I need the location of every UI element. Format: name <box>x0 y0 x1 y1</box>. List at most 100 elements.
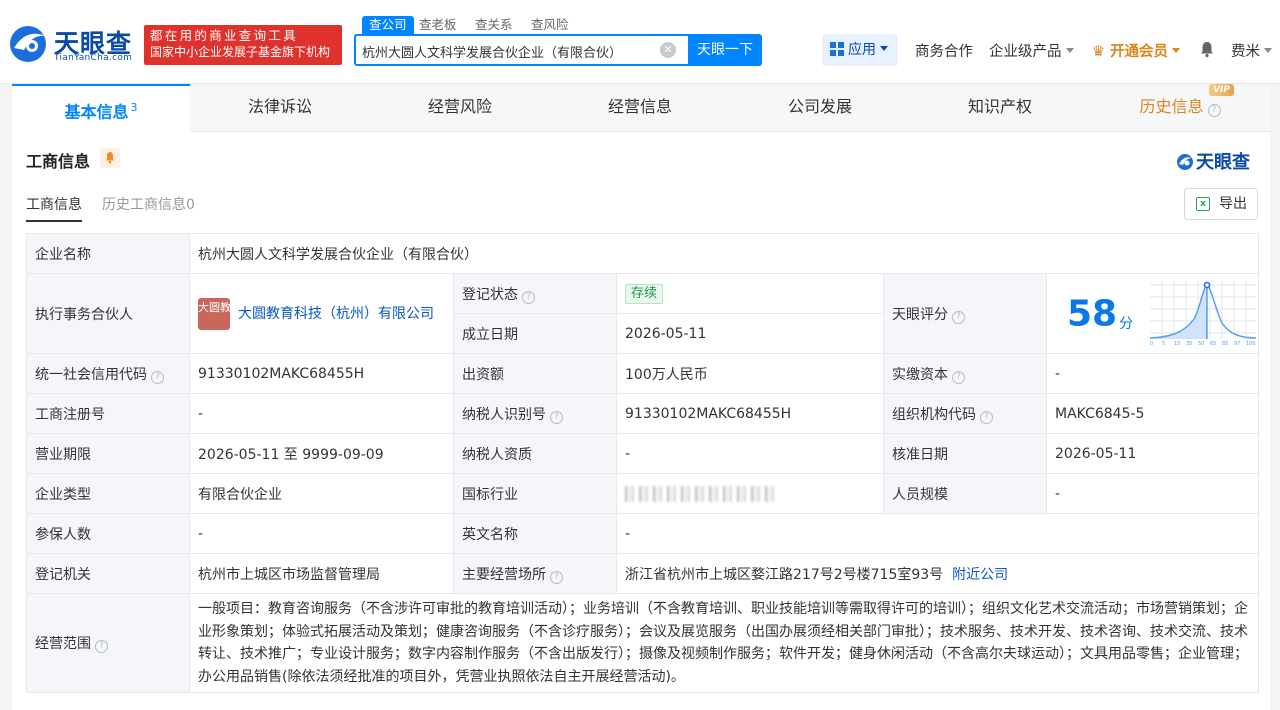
help-icon[interactable]: ? <box>550 410 563 424</box>
score-tick: 15 <box>1174 341 1180 347</box>
score-tick: 35 <box>1186 341 1192 347</box>
authority-value: 杭州市上城区市场监督管理局 <box>189 553 454 594</box>
help-icon[interactable]: ? <box>151 370 164 384</box>
paid-capital-label-cell: 实缴资本? <box>883 353 1047 394</box>
nav-open-vip[interactable]: ♛ 开通会员 <box>1092 40 1181 61</box>
subtab-history-business-info[interactable]: 历史工商信息0 <box>102 194 195 214</box>
type-value: 有限合伙企业 <box>189 473 454 514</box>
taxpayer-id-value: 91330102MAKC68455H <box>616 393 884 434</box>
status-cell: 存续 <box>616 273 884 314</box>
search-tab-company[interactable]: 查公司 <box>362 16 414 34</box>
address-label-cell: 主要经营场所? <box>453 553 617 594</box>
tab-history-label: 历史信息 <box>1139 97 1204 116</box>
score-label-cell: 天眼评分? <box>883 273 1047 354</box>
tab-basic-info[interactable]: 基本信息 3 <box>12 84 190 132</box>
industry-value-blurred <box>616 473 884 514</box>
table-row: 营业期限 2026-05-11 至 9999-09-09 纳税人资质 - 核准日… <box>26 433 1260 474</box>
org-code-value: MAKC6845-5 <box>1045 393 1260 434</box>
app-menu-button[interactable]: 应用 <box>822 34 898 66</box>
detail-tabs: 基本信息 3 法律诉讼 经营风险 经营信息 公司发展 知识产权 历史信息? VIP <box>12 84 1270 132</box>
address-value: 浙江省杭州市上城区婺江路217号2号楼715室93号 <box>625 566 944 583</box>
status-label-cell: 登记状态? <box>453 273 617 314</box>
subscribe-bell-icon[interactable] <box>100 148 120 168</box>
term-value: 2026-05-11 至 9999-09-09 <box>189 433 454 474</box>
paid-capital-label: 实缴资本 <box>892 366 948 383</box>
tab-operating-risk[interactable]: 经营风险 <box>370 84 550 132</box>
nearby-companies-link[interactable]: 附近公司 <box>952 567 1008 583</box>
search-tab-relation[interactable]: 查关系 <box>475 16 513 34</box>
help-icon[interactable]: ? <box>980 410 993 424</box>
search-input[interactable]: 杭州大圆人文科学发展合伙企业（有限合伙） <box>362 42 657 61</box>
help-icon[interactable]: ? <box>952 370 965 384</box>
help-icon[interactable]: ? <box>952 310 965 324</box>
logo-eye-icon <box>10 26 46 62</box>
help-icon[interactable]: ? <box>522 290 535 304</box>
table-row: 执行事务合伙人 大圆教育大圆教育科技（杭州）有限公司 登记状态? 存续 天眼评分… <box>26 273 1260 354</box>
english-name-value: - <box>615 513 1260 554</box>
logo-domain: TianYanCha.com <box>54 53 133 63</box>
tab-legal[interactable]: 法律诉讼 <box>190 84 370 132</box>
tab-company-development[interactable]: 公司发展 <box>730 84 910 132</box>
insured-value: - <box>189 513 454 554</box>
score-tick: 65 <box>1210 341 1216 347</box>
tab-basic-info-label: 基本信息 <box>64 102 129 122</box>
search-button[interactable]: 天眼一下 <box>688 34 762 66</box>
taxpayer-id-label-cell: 纳税人识别号? <box>453 393 617 434</box>
credit-code-label: 统一社会信用代码 <box>35 366 147 383</box>
paid-capital-value: - <box>1045 353 1260 394</box>
crown-icon: ♛ <box>1092 44 1105 60</box>
score-tick: 100 <box>1246 341 1256 347</box>
taxpayer-qual-value: - <box>616 433 884 474</box>
table-row: 企业类型 有限合伙企业 国标行业 人员规模 - <box>26 473 1260 514</box>
score-distribution-chart: 0 5 15 35 50 65 85 97 100 <box>1149 280 1256 347</box>
export-label: 导出 <box>1219 196 1247 212</box>
nav-enterprise-products[interactable]: 企业级产品 <box>989 40 1074 61</box>
tab-history-info[interactable]: 历史信息? VIP <box>1090 84 1270 132</box>
blurred-content <box>625 485 775 502</box>
help-icon[interactable]: ? <box>95 640 108 653</box>
tianyancha-logo[interactable]: 天眼查 TianYanCha.com <box>8 24 138 68</box>
search-tab-risk[interactable]: 查风险 <box>531 16 569 34</box>
clear-icon[interactable]: ✕ <box>660 42 676 58</box>
subtab-business-info[interactable]: 工商信息 <box>26 194 82 222</box>
user-name: 费米 <box>1231 44 1260 60</box>
table-row: 参保人数 - 英文名称 - <box>26 513 1260 554</box>
english-name-label: 英文名称 <box>453 513 617 554</box>
found-date-value: 2026-05-11 <box>616 313 884 354</box>
scope-label: 经营范围 <box>35 636 91 652</box>
tab-operating-info[interactable]: 经营信息 <box>550 84 730 132</box>
score-label: 天眼评分 <box>892 306 948 323</box>
address-label: 主要经营场所 <box>462 566 546 583</box>
nav-business-cooperation[interactable]: 商务合作 <box>915 40 973 61</box>
search-tab-boss[interactable]: 查老板 <box>419 16 457 34</box>
org-code-label: 组织机构代码 <box>892 406 976 423</box>
table-row: 登记机关 杭州市上城区市场监督管理局 主要经营场所? 浙江省杭州市上城区婺江路2… <box>26 553 1260 594</box>
score-cell[interactable]: 58 分 0 5 15 35 50 65 85 97 100 <box>1045 273 1260 354</box>
score-value: 58 <box>1067 293 1118 334</box>
brand-watermark-text: 天眼查 <box>1196 152 1250 173</box>
score-tick: 50 <box>1198 341 1204 347</box>
tab-intellectual-property[interactable]: 知识产权 <box>910 84 1090 132</box>
taxpayer-qual-label: 纳税人资质 <box>453 433 617 474</box>
score-tick: 85 <box>1222 341 1228 347</box>
search-box: 杭州大圆人文科学发展合伙企业（有限合伙） ✕ 天眼一下 <box>354 34 762 66</box>
business-info-table: 企业名称 杭州大圆人文科学发展合伙企业（有限合伙） 执行事务合伙人 大圆教育大圆… <box>26 233 1260 693</box>
table-row: 工商注册号 - 纳税人识别号? 91330102MAKC68455H 组织机构代… <box>26 393 1260 434</box>
status-badge: 存续 <box>625 283 664 304</box>
brand-watermark: 天眼查 <box>1176 148 1250 174</box>
reg-no-label: 工商注册号 <box>26 393 190 434</box>
slogan-line-1: 都在用的商业查询工具 <box>150 28 299 43</box>
tab-count: 3 <box>130 101 138 114</box>
nav-enterprise-label: 企业级产品 <box>989 44 1062 60</box>
partner-cell: 大圆教育大圆教育科技（杭州）有限公司 <box>189 273 454 354</box>
help-icon[interactable]: ? <box>550 570 563 584</box>
capital-value: 100万人民币 <box>616 353 884 394</box>
insured-label: 参保人数 <box>26 513 190 554</box>
user-menu[interactable]: 费米 <box>1231 40 1272 61</box>
capital-label: 出资额 <box>453 353 617 394</box>
app-grid-icon <box>830 42 844 56</box>
partner-link[interactable]: 大圆教育科技（杭州）有限公司 <box>238 306 434 322</box>
credit-code-value: 91330102MAKC68455H <box>189 353 454 394</box>
export-button[interactable]: x 导出 <box>1184 188 1258 220</box>
bell-icon[interactable] <box>1198 40 1216 58</box>
